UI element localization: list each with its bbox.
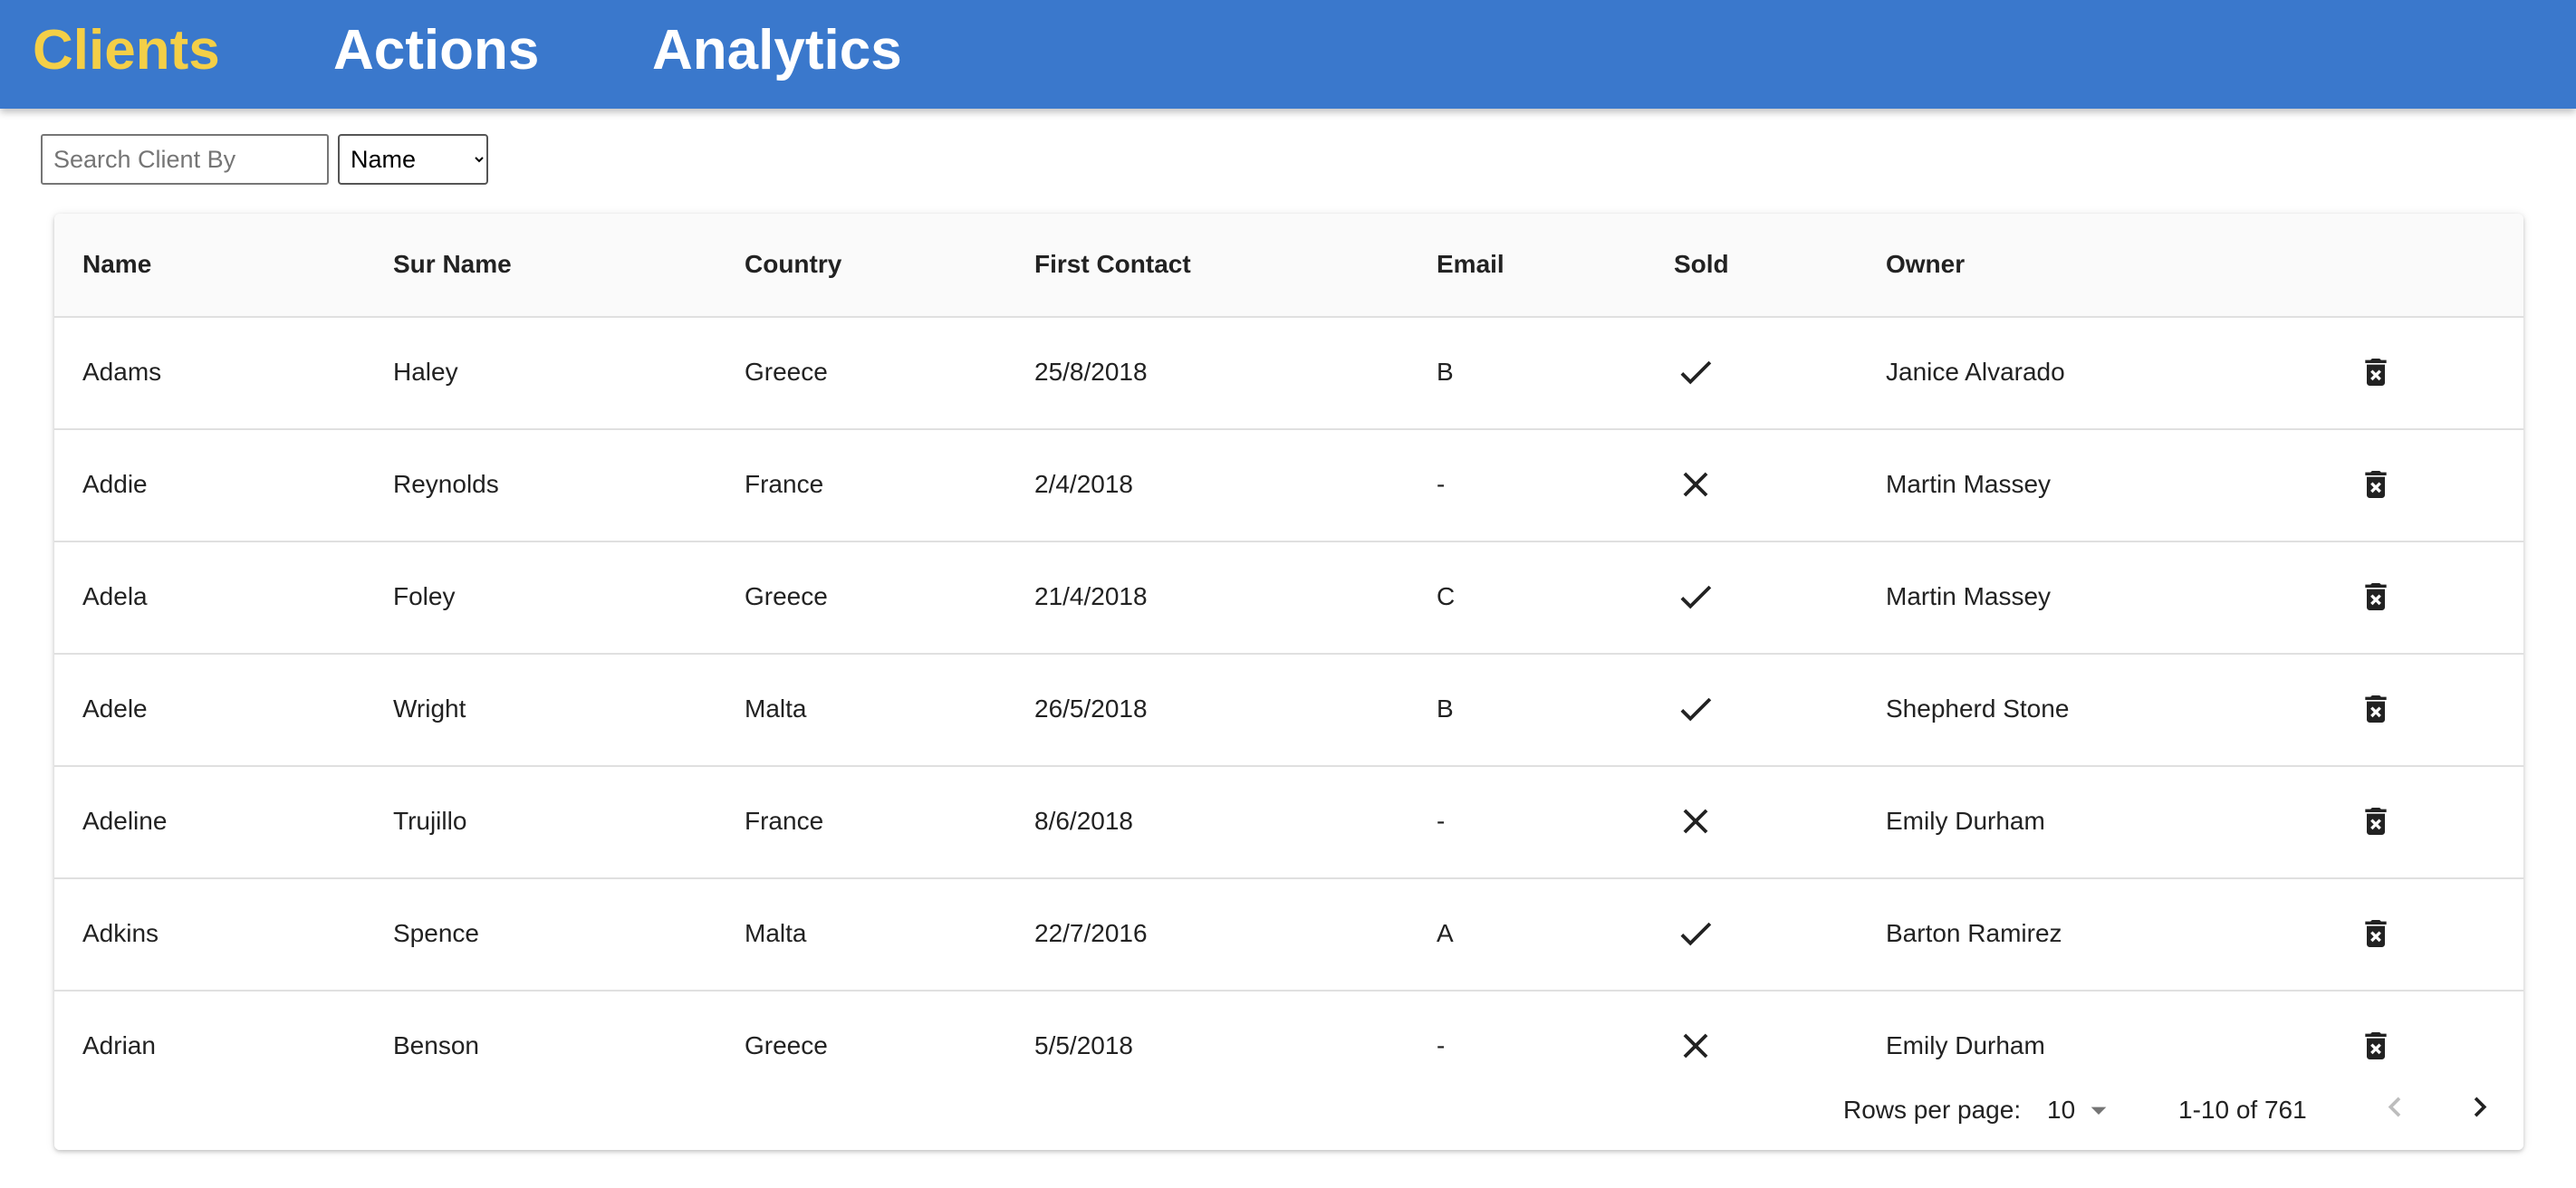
pagination-range: 1-10 of 761 <box>2178 1096 2307 1124</box>
cell-surname: Haley <box>393 358 458 386</box>
cell-name: Adela <box>82 582 148 610</box>
close-icon <box>1675 800 1716 842</box>
close-icon <box>1675 1025 1716 1067</box>
cell-surname: Reynolds <box>393 470 499 498</box>
cell-surname: Wright <box>393 695 466 723</box>
delete-forever-icon <box>2365 471 2387 498</box>
cell-email: - <box>1437 807 1446 835</box>
cell-owner: Shepherd Stone <box>1886 695 2070 723</box>
cell-email: - <box>1437 470 1446 498</box>
cell-name: Adele <box>82 695 148 723</box>
cell-country: Greece <box>745 1031 828 1059</box>
cell-first-contact: 8/6/2018 <box>1034 807 1133 835</box>
close-icon <box>1675 464 1716 505</box>
table-row: Adela Foley Greece 21/4/2018 C Martin Massey <box>54 541 2523 655</box>
cell-country: Malta <box>745 919 807 947</box>
top-navbar: Clients Actions Analytics <box>0 0 2576 109</box>
arrow-drop-down-icon <box>2091 1107 2107 1115</box>
table-pagination: Rows per page: 10 1-10 of 761 <box>54 1070 2523 1150</box>
cell-first-contact: 2/4/2018 <box>1034 470 1133 498</box>
search-field-select[interactable]: Name <box>338 134 488 185</box>
delete-forever-icon <box>2365 1032 2387 1059</box>
check-icon <box>1675 688 1716 730</box>
delete-row-button[interactable] <box>2358 691 2394 727</box>
nav-tab-actions[interactable]: Actions <box>333 14 539 87</box>
cell-owner: Emily Durham <box>1886 1031 2045 1059</box>
cell-name: Addie <box>82 470 148 498</box>
delete-row-button[interactable] <box>2358 466 2394 503</box>
nav-tab-analytics[interactable]: Analytics <box>652 14 902 87</box>
rows-per-page-label: Rows per page: <box>1843 1096 2022 1124</box>
column-header-name[interactable]: Name <box>82 250 151 279</box>
cell-country: France <box>745 470 824 498</box>
table-row: Addie Reynolds France 2/4/2018 - Martin Masse… <box>54 428 2523 542</box>
nav-tab-clients[interactable]: Clients <box>33 14 220 87</box>
rows-per-page-value: 10 <box>2047 1096 2076 1124</box>
delete-forever-icon <box>2365 920 2387 947</box>
column-header-sold[interactable]: Sold <box>1674 250 1729 279</box>
cell-first-contact: 25/8/2018 <box>1034 358 1148 386</box>
column-header-surname[interactable]: Sur Name <box>393 250 512 279</box>
cell-country: France <box>745 807 824 835</box>
cell-owner: Barton Ramirez <box>1886 919 2062 947</box>
cell-owner: Janice Alvarado <box>1886 358 2065 386</box>
cell-email: B <box>1437 695 1454 723</box>
chevron-right-icon <box>2474 1097 2487 1117</box>
cell-country: Greece <box>745 582 828 610</box>
cell-owner: Martin Massey <box>1886 470 2052 498</box>
delete-forever-icon <box>2365 583 2387 610</box>
cell-email: - <box>1437 1031 1446 1059</box>
delete-row-button[interactable] <box>2358 579 2394 615</box>
chevron-left-icon <box>2388 1097 2401 1117</box>
delete-row-button[interactable] <box>2358 1028 2394 1064</box>
cell-name: Adeline <box>82 807 168 835</box>
column-header-first-contact[interactable]: First Contact <box>1034 250 1191 279</box>
cell-name: Adams <box>82 358 162 386</box>
cell-owner: Martin Massey <box>1886 582 2052 610</box>
cell-surname: Benson <box>393 1031 479 1059</box>
table-row: Adeline Trujillo France 8/6/2018 - Emily Durh… <box>54 765 2523 879</box>
cell-first-contact: 26/5/2018 <box>1034 695 1148 723</box>
cell-surname: Trujillo <box>393 807 467 835</box>
cell-name: Adrian <box>82 1031 156 1059</box>
cell-first-contact: 22/7/2016 <box>1034 919 1148 947</box>
table-header-row: Name Sur Name Country First Contact Emai… <box>54 214 2523 318</box>
delete-forever-icon <box>2365 359 2387 386</box>
search-input[interactable] <box>41 134 329 185</box>
delete-forever-icon <box>2365 695 2387 723</box>
cell-owner: Emily Durham <box>1886 807 2045 835</box>
delete-forever-icon <box>2365 808 2387 835</box>
cell-surname: Spence <box>393 919 479 947</box>
table-row: Adele Wright Malta 26/5/2018 B Shepherd Stone <box>54 653 2523 767</box>
next-page-button[interactable] <box>2460 1087 2500 1134</box>
cell-email: C <box>1437 582 1456 610</box>
cell-country: Malta <box>745 695 807 723</box>
delete-row-button[interactable] <box>2358 803 2394 839</box>
cell-email: A <box>1437 919 1454 947</box>
cell-email: B <box>1437 358 1454 386</box>
cell-first-contact: 21/4/2018 <box>1034 582 1148 610</box>
delete-row-button[interactable] <box>2358 354 2394 390</box>
column-header-owner[interactable]: Owner <box>1886 250 1965 279</box>
table-row: Adkins Spence Malta 22/7/2016 A Barton Ramire… <box>54 877 2523 992</box>
column-header-country[interactable]: Country <box>745 250 841 279</box>
rows-per-page-select[interactable]: 10 <box>2047 1092 2117 1128</box>
cell-surname: Foley <box>393 582 456 610</box>
prev-page-button[interactable] <box>2375 1087 2415 1134</box>
delete-row-button[interactable] <box>2358 915 2394 952</box>
check-icon <box>1675 576 1716 618</box>
cell-first-contact: 5/5/2018 <box>1034 1031 1133 1059</box>
check-icon <box>1675 913 1716 954</box>
column-header-email[interactable]: Email <box>1437 250 1504 279</box>
cell-name: Adkins <box>82 919 159 947</box>
cell-country: Greece <box>745 358 828 386</box>
table-row: Adams Haley Greece 25/8/2018 B Janice Alvarad… <box>54 316 2523 430</box>
clients-table: Name Sur Name Country First Contact Emai… <box>54 214 2523 1150</box>
check-icon <box>1675 351 1716 393</box>
